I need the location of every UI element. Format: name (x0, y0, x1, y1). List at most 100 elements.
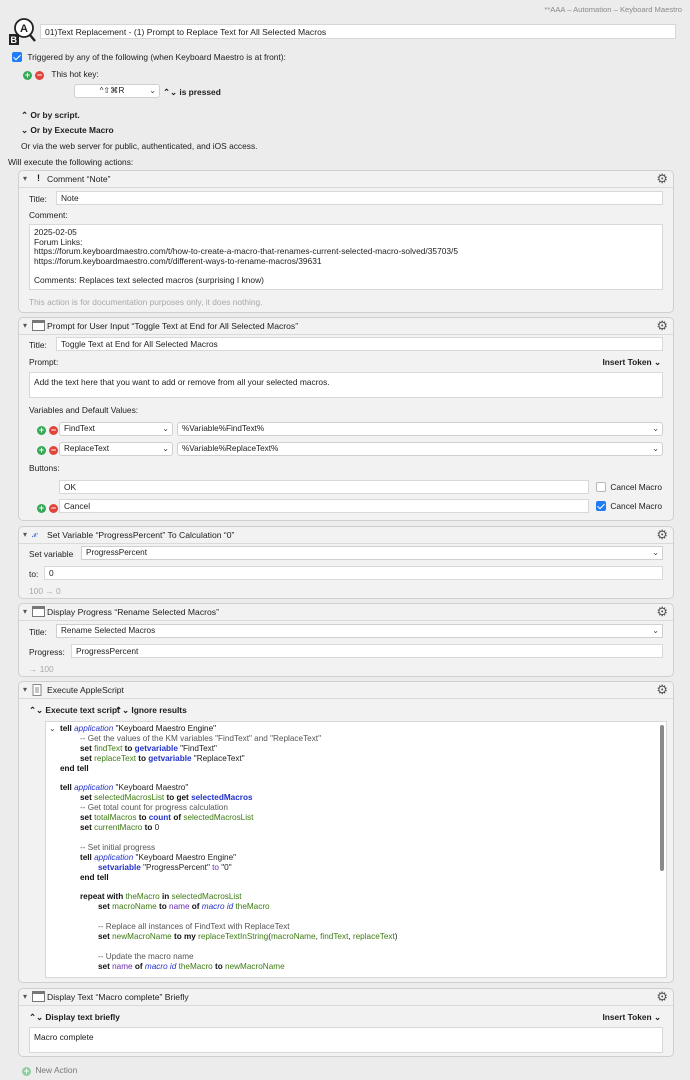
insert-token-menu[interactable]: Insert Token ⌄ (602, 1012, 661, 1022)
prompt-title-field[interactable]: Toggle Text at End for All Selected Macr… (56, 337, 663, 351)
action-header[interactable]: ▾ Display Progress “Rename Selected Macr… (19, 604, 673, 621)
checkbox-checked[interactable] (596, 501, 606, 511)
chevron-down-icon: ⌄ (21, 125, 29, 135)
button-label-field[interactable]: Cancel (59, 499, 589, 513)
comment-line: 2025-02-05 (34, 227, 77, 237)
disclosure-triangle-icon[interactable]: ▾ (23, 174, 27, 183)
variable-name-field[interactable]: ReplaceText ⌄ (59, 442, 173, 456)
disclosure-triangle-icon[interactable]: ▾ (23, 321, 27, 330)
hotkey-field[interactable]: ^⇧⌘R ⌄ (74, 84, 160, 98)
add-variable-button[interactable]: + (37, 426, 46, 435)
cancel-macro-checkbox[interactable]: Cancel Macro (596, 482, 662, 492)
gear-icon[interactable]: ⚙ (656, 319, 668, 333)
set-variable-action[interactable]: ▾ 𝓍 Set Variable “ProgressPercent” To Ca… (18, 526, 674, 599)
results-label: Ignore results (131, 705, 187, 715)
macro-icon: A B (9, 18, 36, 45)
add-button-button[interactable]: + (37, 504, 46, 513)
comment-text-area[interactable]: 2025-02-05 Forum Links: https://forum.ke… (29, 224, 663, 290)
prompt-text-area[interactable]: Add the text here that you want to add o… (29, 372, 663, 398)
prompt-for-user-input-action[interactable]: ▾ Prompt for User Input “Toggle Text at … (18, 317, 674, 521)
execute-mode-select[interactable]: ⌃⌄ Execute text script (29, 705, 120, 715)
triggers-enabled-checkbox[interactable]: Triggered by any of the following (when … (12, 52, 286, 62)
svg-text:B: B (11, 35, 18, 45)
script-code: tell application "Keyboard Maestro Engin… (60, 724, 398, 971)
gear-icon[interactable]: ⚙ (656, 528, 668, 542)
action-title: Comment “Note” (47, 174, 111, 184)
display-mode-select[interactable]: ⌃⌄ Display text briefly (29, 1012, 120, 1022)
calculation-field[interactable]: 0 (44, 566, 663, 580)
execute-mode-label: Execute text script (45, 705, 120, 715)
macro-name-field[interactable]: 01)Text Replacement - (1) Prompt to Repl… (40, 24, 676, 39)
results-select[interactable]: ⌃⌄ Ignore results (115, 705, 187, 715)
action-title: Display Progress “Rename Selected Macros… (47, 607, 219, 617)
action-header[interactable]: ▾ ! Comment “Note” ⚙ (19, 171, 673, 188)
progress-title: Rename Selected Macros (61, 626, 156, 635)
action-title: Prompt for User Input “Toggle Text at En… (47, 321, 299, 331)
variable-row-pm: + − (37, 444, 58, 455)
progress-value-field[interactable]: ProgressPercent (71, 644, 663, 658)
action-title: Execute AppleScript (47, 685, 124, 695)
comment-footer: This action is for documentation purpose… (29, 297, 263, 307)
variable-default: %Variable%ReplaceText% (182, 444, 279, 453)
chevron-down-icon: ⌄ (652, 548, 659, 557)
action-header[interactable]: ▾ Display Text “Macro complete” Briefly … (19, 989, 673, 1006)
hotkey-label: This hot key: (51, 69, 99, 79)
script-scrollbar[interactable] (660, 725, 664, 871)
variable-name-field[interactable]: ProgressPercent ⌄ (81, 546, 663, 560)
comment-title-field[interactable]: Note (56, 191, 663, 205)
variable-name-field[interactable]: FindText ⌄ (59, 422, 173, 436)
updown-chevron-icon: ⌃⌄ (163, 87, 178, 97)
disclosure-triangle-icon[interactable]: ▾ (23, 685, 27, 694)
variable-default-field[interactable]: %Variable%FindText% ⌄ (177, 422, 663, 436)
comment-line: https://forum.keyboardmaestro.com/t/diff… (34, 255, 322, 266)
remove-variable-button[interactable]: − (49, 426, 58, 435)
disclosure-triangle-icon[interactable]: ▾ (23, 992, 27, 1001)
insert-token-menu[interactable]: Insert Token ⌄ (602, 357, 661, 367)
action-title: Set Variable “ProgressPercent” To Calcul… (47, 530, 235, 540)
by-script-toggle[interactable]: ⌃ Or by script. (21, 110, 80, 120)
gear-icon[interactable]: ⚙ (656, 990, 668, 1004)
action-header[interactable]: ▾ Execute AppleScript ⚙ (19, 682, 673, 699)
remove-button-button[interactable]: − (49, 504, 58, 513)
checkbox-checked[interactable] (12, 52, 22, 62)
script-editor[interactable]: ⌄ tell application "Keyboard Maestro Eng… (45, 721, 667, 978)
hotkey-trigger-row: + − This hot key: (23, 69, 99, 80)
disclosure-triangle-icon[interactable]: ▾ (23, 607, 27, 616)
remove-variable-button[interactable]: − (49, 446, 58, 455)
button-label-field[interactable]: OK (59, 480, 589, 494)
chevron-down-icon: ⌄ (653, 1012, 661, 1022)
disclosure-triangle-icon[interactable]: ▾ (23, 530, 27, 539)
cancel-macro-checkbox[interactable]: Cancel Macro (596, 501, 662, 511)
add-trigger-button[interactable]: + (23, 71, 32, 80)
gear-icon[interactable]: ⚙ (656, 683, 668, 697)
remove-trigger-button[interactable]: − (35, 71, 44, 80)
display-text-action[interactable]: ▾ Display Text “Macro complete” Briefly … (18, 988, 674, 1057)
action-header[interactable]: ▾ Prompt for User Input “Toggle Text at … (19, 318, 673, 335)
variable-name: ReplaceText (64, 444, 110, 453)
insert-token-label: Insert Token (602, 1012, 652, 1022)
prompt-label: Prompt: (29, 357, 59, 367)
comment-action[interactable]: ▾ ! Comment “Note” ⚙ Title: Note Comment… (18, 170, 674, 313)
by-execute-macro-toggle[interactable]: ⌄ Or by Execute Macro (21, 125, 114, 135)
new-action-button[interactable]: + New Action (22, 1065, 77, 1076)
updown-chevron-icon: ⌃⌄ (115, 705, 130, 715)
add-variable-button[interactable]: + (37, 446, 46, 455)
chevron-down-icon: ⌄ (652, 626, 659, 635)
variable-default-field[interactable]: %Variable%ReplaceText% ⌄ (177, 442, 663, 456)
action-header[interactable]: ▾ 𝓍 Set Variable “ProgressPercent” To Ca… (19, 527, 673, 544)
gear-icon[interactable]: ⚙ (656, 172, 668, 186)
set-variable-footer: 100 → 0 (29, 586, 61, 596)
script-icon (32, 684, 45, 696)
will-execute-label: Will execute the following actions: (8, 157, 134, 167)
display-progress-action[interactable]: ▾ Display Progress “Rename Selected Macr… (18, 603, 674, 677)
checkbox-unchecked[interactable] (596, 482, 606, 492)
new-action-label: New Action (35, 1065, 78, 1075)
title-label: Title: (29, 627, 47, 637)
hotkey-value: ^⇧⌘R (99, 86, 125, 95)
progress-title-field[interactable]: Rename Selected Macros ⌄ (56, 624, 663, 638)
gear-icon[interactable]: ⚙ (656, 605, 668, 619)
execute-applescript-action[interactable]: ▾ Execute AppleScript ⚙ ⌃⌄ Execute text … (18, 681, 674, 983)
hotkey-mode-select[interactable]: ⌃⌄ is pressed (163, 87, 221, 97)
display-text-area[interactable]: Macro complete (29, 1027, 663, 1053)
window-icon (32, 320, 45, 332)
